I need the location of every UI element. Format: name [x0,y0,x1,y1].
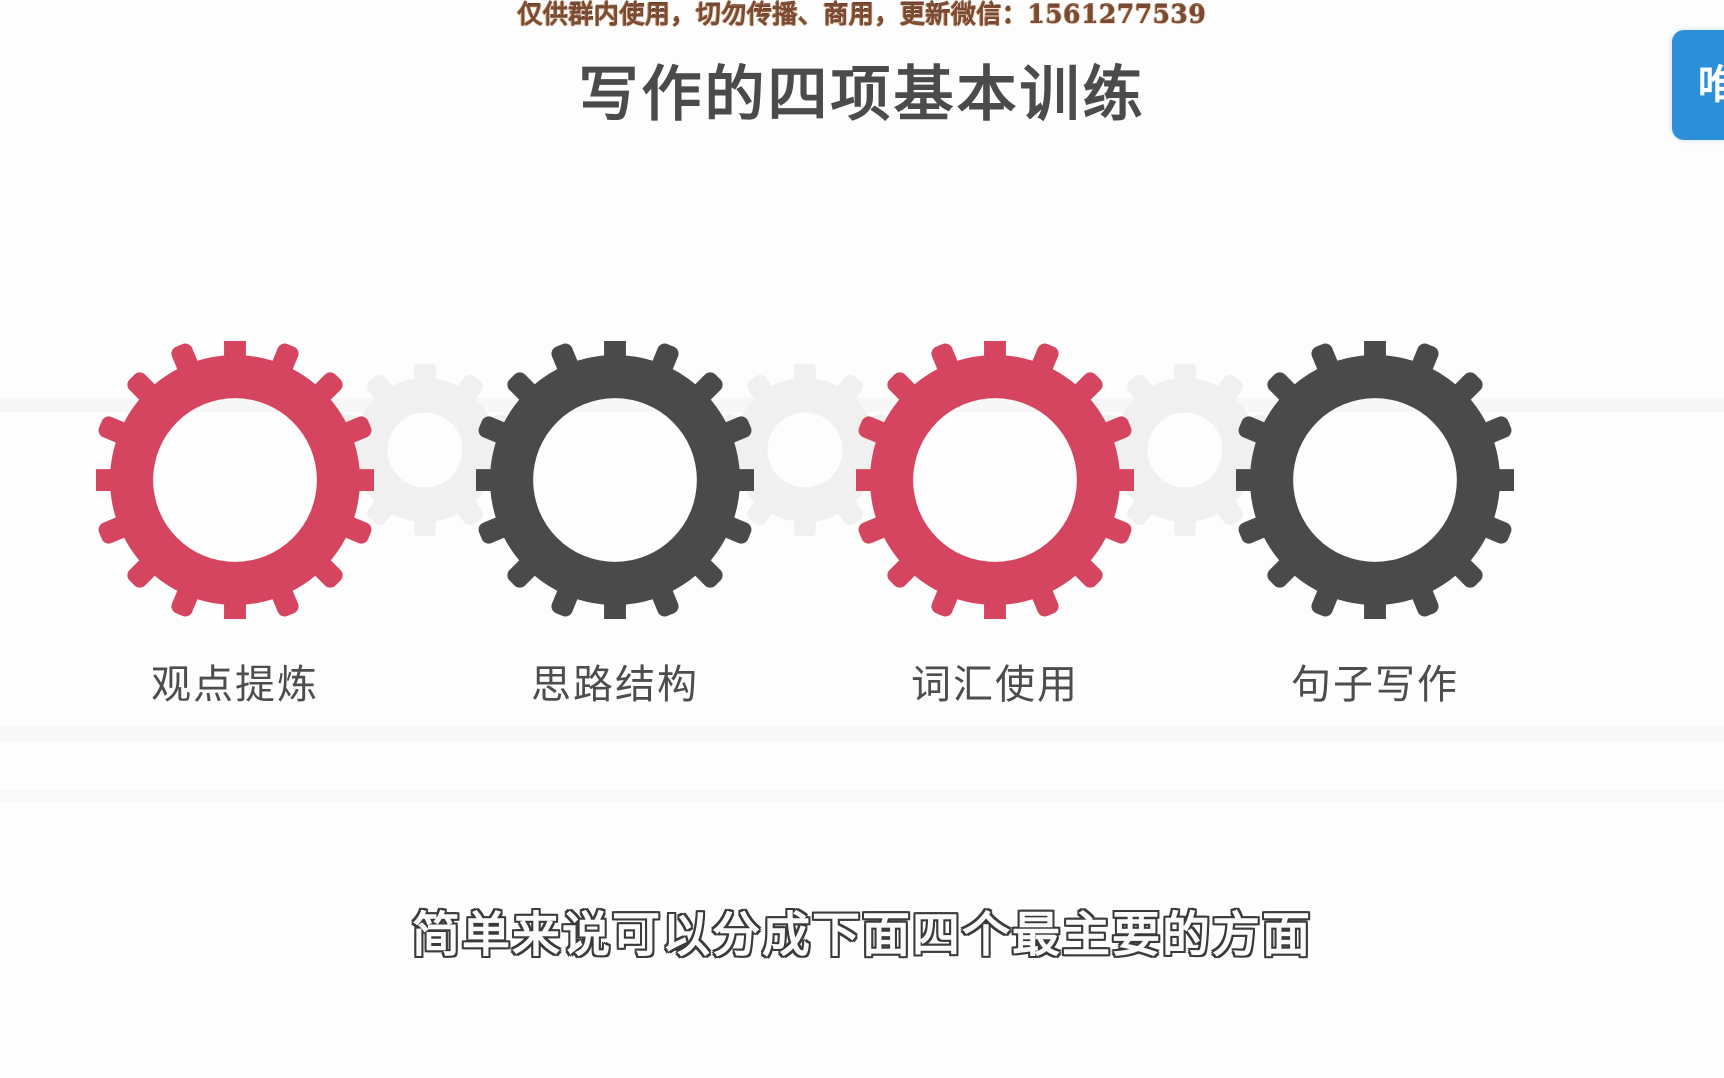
gear-icon-2 [476,341,754,619]
gear-label-1: 观点提炼 [151,662,319,708]
background-band-3 [0,790,1724,802]
gear-label-4: 句子写作 [1291,662,1459,708]
gear-label-row: 观点提炼 思路结构 词汇使用 句子写作 [0,655,1724,725]
gear-icon-4 [1236,341,1514,619]
gear-label-2: 思路结构 [531,662,699,708]
gear-diagram [0,330,1724,660]
page-title: 写作的四项基本训练 [578,60,1146,130]
background-band-2 [0,726,1724,742]
channel-badge-label: 唯 [1698,62,1724,108]
watermark-text: 仅供群内使用，切勿传播、商用，更新微信：1561277539 [517,0,1207,29]
channel-badge[interactable]: 唯 [1672,30,1724,140]
caption-text: 简单来说可以分成下面四个最主要的方面 [411,907,1312,963]
gear-icon-1 [96,341,374,619]
slide-canvas: 仅供群内使用，切勿传播、商用，更新微信：1561277539 写作的四项基本训练… [0,0,1724,1078]
gear-icon-3 [856,341,1134,619]
gear-label-3: 词汇使用 [911,662,1079,708]
